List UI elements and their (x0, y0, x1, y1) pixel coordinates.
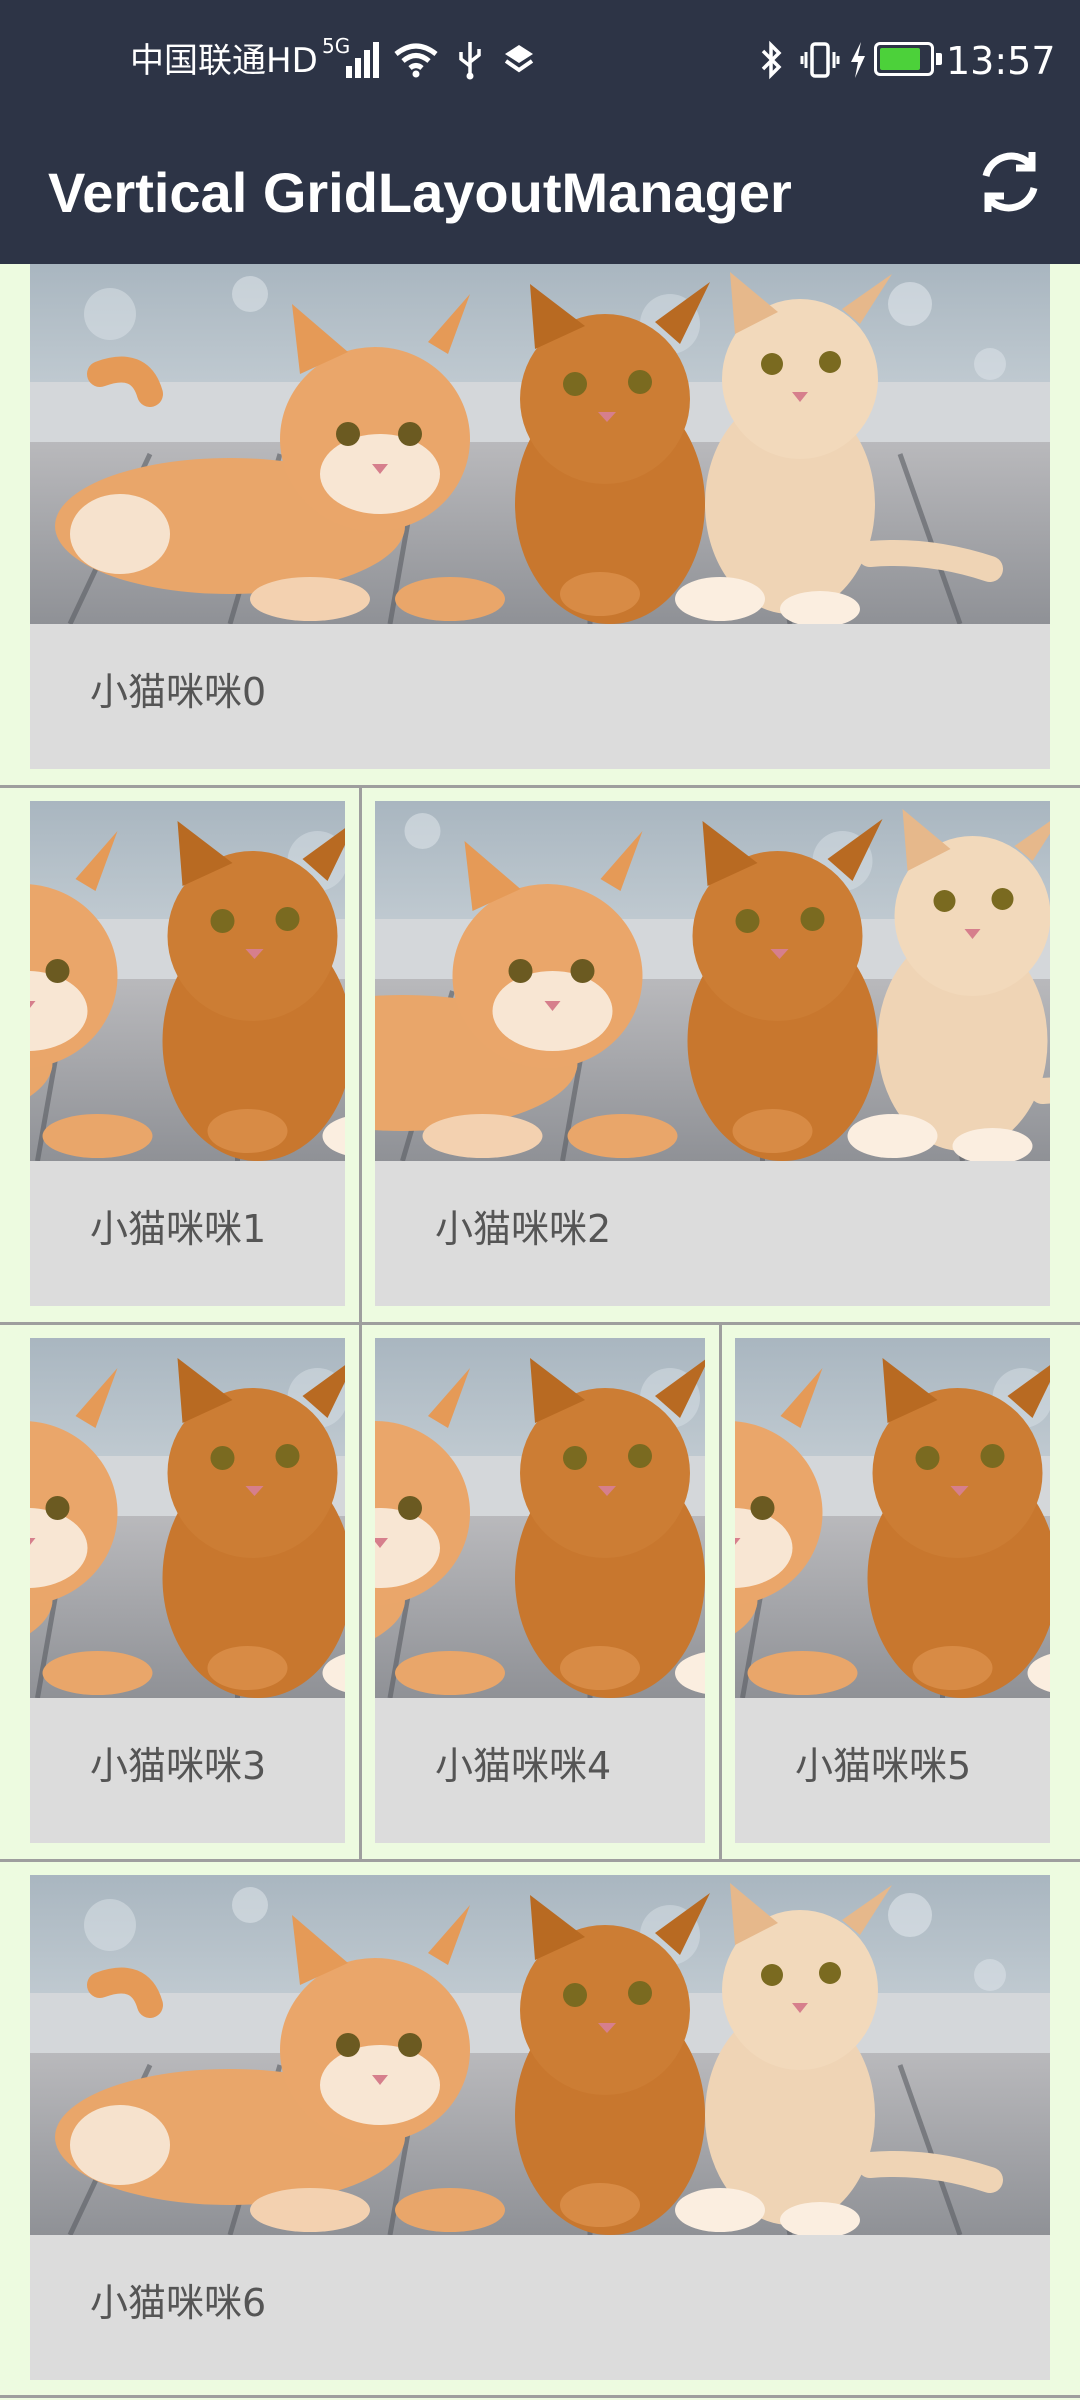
status-bar: 中国联通HD 5G 13:57 (0, 0, 1080, 122)
clock: 13:57 (946, 39, 1056, 83)
toolbar-title: Vertical GridLayoutManager (48, 161, 792, 224)
grid-card-3[interactable]: 小猫咪咪3 (30, 1338, 345, 1843)
card-label: 小猫咪咪1 (90, 1207, 267, 1251)
grid-card-6[interactable]: 小猫咪咪6 (30, 1875, 1050, 2380)
row-divider (0, 1859, 1080, 1862)
card-label: 小猫咪咪6 (90, 2281, 267, 2325)
refresh-icon[interactable] (974, 146, 1046, 218)
card-label: 小猫咪咪5 (795, 1744, 972, 1788)
row-divider (0, 1322, 1080, 1325)
cat-photo (30, 264, 1050, 624)
battery-level (880, 48, 920, 70)
carrier-name: 中国联通HD (130, 41, 318, 81)
card-label: 小猫咪咪2 (435, 1207, 612, 1251)
cat-photo (30, 801, 345, 1161)
grid-card-0[interactable]: 小猫咪咪0 (30, 264, 1050, 769)
cat-photo (735, 1338, 1050, 1698)
cat-photo (30, 1338, 345, 1698)
cat-photo (375, 1338, 705, 1698)
column-divider (359, 788, 362, 1859)
cat-photo (375, 801, 1050, 1161)
card-label: 小猫咪咪0 (90, 670, 267, 714)
app-toolbar: Vertical GridLayoutManager (0, 122, 1080, 264)
vibrate-icon (800, 42, 840, 78)
charging-icon (851, 42, 865, 78)
card-label: 小猫咪咪4 (435, 1744, 612, 1788)
cat-photo (30, 1875, 1050, 2235)
row-divider (0, 2395, 1080, 2398)
grid-card-2[interactable]: 小猫咪咪2 (375, 801, 1050, 1306)
column-divider (719, 1325, 722, 1859)
bluetooth-icon (761, 40, 782, 80)
layers-icon (504, 45, 534, 73)
wifi-icon (394, 43, 438, 78)
row-divider (0, 785, 1080, 788)
signal-icon (346, 42, 379, 78)
grid-card-5[interactable]: 小猫咪咪5 (735, 1338, 1050, 1843)
grid-card-4[interactable]: 小猫咪咪4 (375, 1338, 705, 1843)
battery-icon (874, 42, 942, 76)
card-label: 小猫咪咪3 (90, 1744, 267, 1788)
grid-card-1[interactable]: 小猫咪咪1 (30, 801, 345, 1306)
usb-icon (459, 42, 481, 80)
